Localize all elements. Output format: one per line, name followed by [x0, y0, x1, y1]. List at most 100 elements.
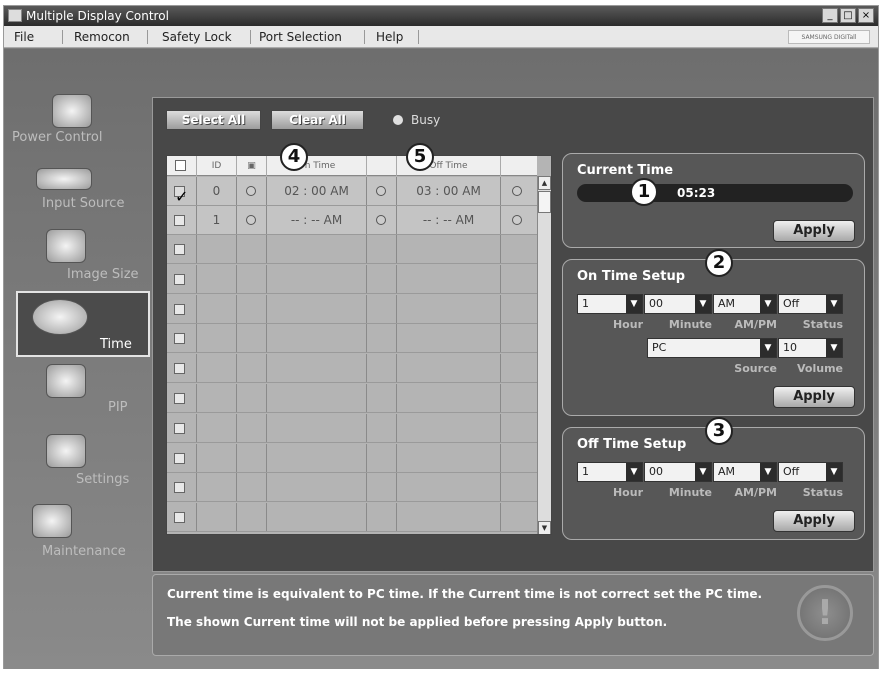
sidebar-item-pip[interactable]: PIP [12, 364, 146, 424]
row-checkbox[interactable] [174, 482, 185, 494]
select-value: 00 [649, 297, 663, 310]
table-row[interactable] [167, 473, 537, 503]
on-time-circle-icon [376, 215, 386, 225]
row-checkbox[interactable]: ✓ [174, 186, 188, 206]
close-button[interactable]: × [858, 8, 874, 23]
status-circle-icon [246, 215, 256, 225]
title-bar: Multiple Display Control _ □ × [4, 6, 878, 26]
on-time-setup-title: On Time Setup [577, 269, 685, 284]
window-controls: _ □ × [822, 8, 874, 23]
menu-separator [418, 30, 419, 44]
table-row[interactable] [167, 443, 537, 473]
on-time-apply-button[interactable]: Apply [773, 386, 855, 408]
menu-safety-lock[interactable]: Safety Lock [160, 26, 234, 48]
table-row[interactable] [167, 503, 537, 533]
table-row[interactable] [167, 413, 537, 443]
table-row[interactable] [167, 384, 537, 413]
menu-remocon[interactable]: Remocon [72, 26, 132, 48]
table-row[interactable]: ✓ 0 02 : 00 AM 03 : 00 AM [167, 177, 537, 206]
off-ampm-select[interactable]: AM ▼ [713, 462, 777, 482]
menu-port-selection[interactable]: Port Selection [257, 26, 344, 48]
select-value: Off [783, 297, 800, 310]
off-time-apply-button[interactable]: Apply [773, 510, 855, 532]
header-select-all-checkbox[interactable] [167, 156, 197, 176]
sidebar-item-image-size[interactable]: Image Size [12, 229, 146, 289]
sidebar-item-settings[interactable]: Settings [12, 434, 146, 494]
sidebar-item-time[interactable]: Time [16, 291, 150, 357]
on-minute-select[interactable]: 00 ▼ [644, 294, 712, 314]
status-label: Status [802, 486, 843, 499]
menu-bar: File Remocon Safety Lock Port Selection … [4, 26, 878, 48]
table-row[interactable] [167, 324, 537, 354]
minute-label: Minute [668, 318, 712, 331]
info-message-panel: Current time is equivalent to PC time. I… [152, 574, 874, 656]
on-volume-select[interactable]: 10 ▼ [778, 338, 843, 358]
ampm-label: AM/PM [734, 318, 778, 331]
row-checkbox[interactable] [174, 422, 185, 434]
clear-all-button[interactable]: Clear All [271, 110, 364, 130]
select-value: 1 [582, 465, 589, 478]
warning-icon: ! [797, 585, 853, 641]
table-row[interactable] [167, 264, 537, 294]
on-ampm-select[interactable]: AM ▼ [713, 294, 777, 314]
chevron-down-icon: ▼ [626, 295, 642, 313]
sidebar-item-maintenance[interactable]: Maintenance [12, 504, 146, 564]
chevron-down-icon: ▼ [695, 463, 711, 481]
image-size-icon [46, 229, 86, 263]
ampm-label: AM/PM [734, 486, 778, 499]
menu-file[interactable]: File [12, 26, 36, 48]
sidebar-item-label: Input Source [42, 196, 125, 211]
scroll-down-button[interactable]: ▼ [538, 521, 551, 534]
scroll-thumb[interactable] [538, 191, 551, 213]
minimize-button[interactable]: _ [822, 8, 838, 23]
select-all-button[interactable]: Select All [166, 110, 261, 130]
sidebar-item-input-source[interactable]: Input Source [12, 164, 146, 224]
menu-help[interactable]: Help [374, 26, 405, 48]
on-status-select[interactable]: Off ▼ [778, 294, 843, 314]
sidebar-item-label: Image Size [67, 267, 139, 282]
busy-label: Busy [411, 113, 441, 127]
callout-2: 2 [705, 249, 733, 277]
checkbox[interactable] [175, 160, 186, 171]
row-checkbox[interactable] [174, 452, 185, 464]
volume-label: Volume [797, 362, 843, 375]
scroll-up-button[interactable]: ▲ [538, 176, 551, 190]
table-row[interactable] [167, 235, 537, 264]
callout-4: 4 [280, 143, 308, 171]
row-checkbox[interactable] [174, 393, 185, 404]
off-time-setup-title: Off Time Setup [577, 437, 687, 452]
row-checkbox[interactable] [174, 303, 185, 315]
chevron-down-icon: ▼ [760, 339, 776, 357]
on-source-select[interactable]: PC ▼ [647, 338, 777, 358]
table-row[interactable] [167, 294, 537, 324]
sidebar-item-power-control[interactable]: Power Control [12, 94, 146, 154]
select-value: 00 [649, 465, 663, 478]
select-value: 1 [582, 297, 589, 310]
table-row[interactable]: 1 -- : -- AM -- : -- AM [167, 206, 537, 235]
sidebar-item-label: Settings [76, 472, 130, 487]
chevron-down-icon: ▼ [826, 463, 842, 481]
current-time-group: Current Time 05:23 Apply [562, 153, 865, 248]
table-scrollbar[interactable]: ▲ ▼ [537, 176, 551, 534]
row-checkbox[interactable] [174, 363, 185, 375]
off-hour-select[interactable]: 1 ▼ [577, 462, 643, 482]
row-checkbox[interactable] [174, 244, 185, 255]
row-off-time: 03 : 00 AM [397, 177, 501, 205]
header-on-icon [367, 156, 397, 176]
row-checkbox[interactable] [174, 512, 185, 524]
table-row[interactable] [167, 354, 537, 384]
header-status-icon: ▣ [237, 156, 267, 176]
pip-icon [46, 364, 86, 398]
maximize-button[interactable]: □ [840, 8, 856, 23]
row-checkbox[interactable] [174, 333, 185, 345]
row-checkbox[interactable] [174, 215, 185, 226]
settings-icon [46, 434, 86, 468]
off-minute-select[interactable]: 00 ▼ [644, 462, 712, 482]
current-time-apply-button[interactable]: Apply [773, 220, 855, 242]
row-checkbox[interactable] [174, 273, 185, 285]
on-hour-select[interactable]: 1 ▼ [577, 294, 643, 314]
off-status-select[interactable]: Off ▼ [778, 462, 843, 482]
chevron-down-icon: ▼ [826, 339, 842, 357]
chevron-down-icon: ▼ [760, 463, 776, 481]
app-window: Multiple Display Control _ □ × File Remo… [3, 5, 879, 669]
